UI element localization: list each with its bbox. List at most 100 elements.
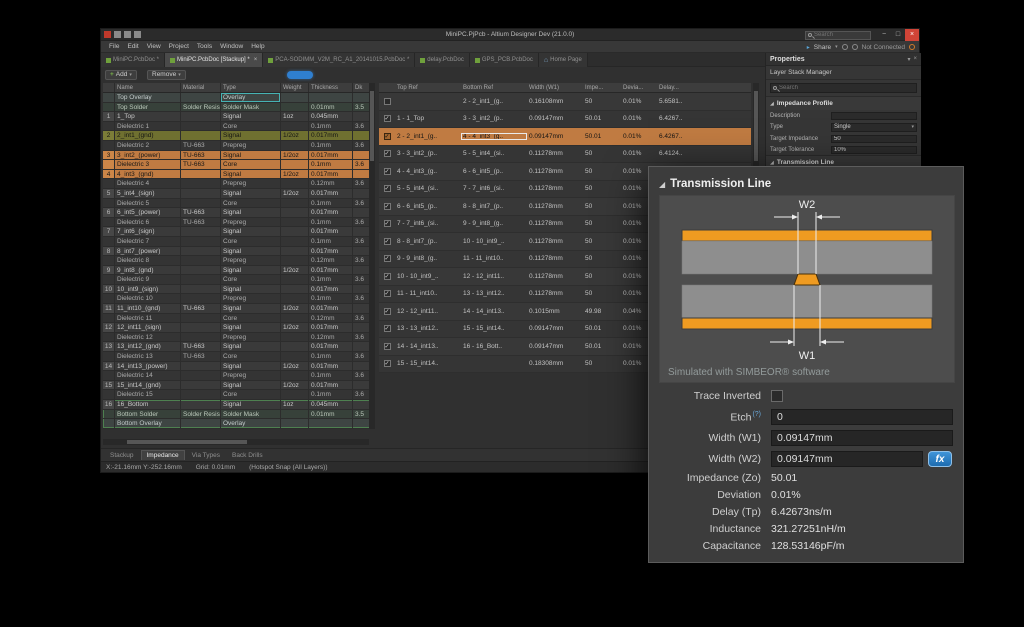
close-button[interactable]: × (905, 29, 919, 41)
share-button[interactable]: Share (814, 44, 831, 51)
width-w1-input[interactable] (771, 430, 953, 446)
menu-item-help[interactable]: Help (247, 41, 268, 53)
stackup-row[interactable]: Dielectric 10Prepreg0.1mm3.6 (103, 294, 375, 304)
stackup-row[interactable]: Bottom SolderSolder ResistSolder Mask0.0… (103, 410, 375, 420)
checkbox-icon[interactable]: ✓ (384, 203, 391, 210)
description-input[interactable] (831, 112, 917, 120)
bell-icon[interactable] (842, 44, 848, 50)
doc-tab[interactable]: MiniPC.PcbDoc [Stackup] *× (165, 53, 263, 67)
connection-status[interactable]: Not Connected (862, 44, 905, 51)
section-expanded-icon[interactable]: ◢ (659, 180, 665, 189)
stackup-row[interactable]: 1212_int11_(sign)Signal1/2oz0.017mm (103, 323, 375, 333)
stackup-row[interactable]: Top SolderSolder ResistSolder Mask0.01mm… (103, 103, 375, 113)
horizontal-scrollbar[interactable] (103, 439, 369, 445)
checkbox-icon[interactable]: ✓ (384, 308, 391, 315)
stackup-row[interactable]: 88_int7_(power)Signal0.017mm (103, 247, 375, 257)
impedance-row[interactable]: 2 - 2_int1_(g..0.16108mm500.01%5.6581.. (379, 93, 751, 111)
menu-item-project[interactable]: Project (165, 41, 193, 53)
checkbox-icon[interactable]: ✓ (384, 168, 391, 175)
stackup-row[interactable]: Dielectric 4Prepreg0.12mm3.6 (103, 179, 375, 189)
doc-tab[interactable]: MiniPC.PcbDoc * (101, 53, 165, 67)
open-icon[interactable] (124, 31, 131, 38)
stackup-row[interactable]: 33_int2_(power)TU-663Signal1/2oz0.017mm (103, 151, 375, 161)
stackup-row[interactable]: Dielectric 15Core0.1mm3.6 (103, 390, 375, 400)
impedance-row[interactable]: ✓2 - 2_int1_(g..4 - 4_int3_(g..0.09147mm… (379, 128, 751, 146)
stackup-row[interactable]: 55_int4_(sign)Signal1/2oz0.017mm (103, 189, 375, 199)
fx-button[interactable]: fx (928, 451, 952, 467)
global-search-box[interactable] (805, 31, 871, 40)
minimize-button[interactable]: − (877, 29, 891, 41)
checkbox-icon[interactable] (384, 98, 391, 105)
stackup-row[interactable]: Dielectric 7Core0.1mm3.6 (103, 237, 375, 247)
stackup-row[interactable]: Dielectric 2TU-663Prepreg0.1mm3.6 (103, 141, 375, 151)
properties-search-input[interactable] (777, 85, 914, 91)
bottom-tab-via-types[interactable]: Via Types (187, 451, 225, 460)
pin-icon[interactable]: ▾ (907, 56, 910, 63)
bottom-tab-impedance[interactable]: Impedance (141, 450, 185, 460)
checkbox-icon[interactable]: ✓ (384, 220, 391, 227)
stackup-row[interactable]: 1616_BottomSignal1oz0.045mm (103, 400, 375, 410)
impedance-row[interactable]: ✓1 - 1_Top3 - 3_int2_(p..0.09147mm50.010… (379, 111, 751, 129)
doc-tab[interactable]: ⌂Home Page (539, 53, 588, 67)
bottom-tab-stackup[interactable]: Stackup (105, 451, 139, 460)
stackup-row[interactable]: Dielectric 3TU-663Core0.1mm3.6 (103, 160, 375, 170)
add-button[interactable]: + Add ▾ (105, 70, 137, 80)
impedance-row[interactable]: ✓3 - 3_int2_(p..5 - 5_int4_(si..0.11278m… (379, 146, 751, 164)
checkbox-icon[interactable]: ✓ (384, 255, 391, 262)
maximize-button[interactable]: □ (891, 29, 905, 41)
stackup-row[interactable]: Dielectric 11Core0.12mm3.6 (103, 314, 375, 324)
user-avatar-icon[interactable] (909, 44, 915, 50)
checkbox-icon[interactable]: ✓ (384, 343, 391, 350)
menu-item-tools[interactable]: Tools (193, 41, 216, 53)
stackup-row[interactable]: Bottom OverlayOverlay (103, 419, 375, 429)
menu-item-edit[interactable]: Edit (123, 41, 142, 53)
checkbox-icon[interactable]: ✓ (384, 360, 391, 367)
stackup-row[interactable]: 1313_int12_(gnd)TU-663Signal0.017mm (103, 342, 375, 352)
stackup-row[interactable]: 66_int5_(power)TU-663Signal0.017mm (103, 208, 375, 218)
stackup-row[interactable]: Dielectric 14Prepreg0.1mm3.6 (103, 371, 375, 381)
type-select[interactable]: Single ▾ (831, 123, 917, 132)
menu-item-view[interactable]: View (143, 41, 165, 53)
checkbox-icon[interactable]: ✓ (384, 133, 391, 140)
stackup-scrollbar[interactable] (369, 83, 375, 429)
stackup-row[interactable]: Dielectric 12Prepreg0.12mm3.6 (103, 333, 375, 343)
stackup-row[interactable]: 1010_int9_(sign)Signal0.017mm (103, 285, 375, 295)
checkbox-icon[interactable]: ✓ (384, 290, 391, 297)
width-w2-input[interactable] (771, 451, 923, 467)
doc-tab[interactable]: PCA-SODIMM_V2M_RC_A1_20141015.PcbDoc * (263, 53, 415, 67)
remove-button[interactable]: Remove ▾ (147, 70, 186, 80)
checkbox-icon[interactable]: ✓ (384, 273, 391, 280)
stackup-row[interactable]: 1515_int14_(gnd)Signal1/2oz0.017mm (103, 381, 375, 391)
target-impedance-input[interactable] (831, 135, 917, 143)
checkbox-icon[interactable]: ✓ (384, 115, 391, 122)
stackup-row[interactable]: 77_int6_(sign)Signal0.017mm (103, 227, 375, 237)
stackup-row[interactable]: Dielectric 9Core0.1mm3.6 (103, 275, 375, 285)
save-icon[interactable] (114, 31, 121, 38)
stackup-row[interactable]: Dielectric 13TU-663Core0.1mm3.6 (103, 352, 375, 362)
stackup-row[interactable]: Top OverlayOverlay (103, 93, 375, 103)
stackup-row[interactable]: 22_int1_(gnd)Signal1/2oz0.017mm (103, 131, 375, 141)
etch-input[interactable] (771, 409, 953, 425)
gear-icon[interactable] (852, 44, 858, 50)
menu-item-window[interactable]: Window (216, 41, 247, 53)
trace-inverted-checkbox[interactable] (771, 390, 783, 402)
undo-icon[interactable] (134, 31, 141, 38)
bottom-tab-back-drills[interactable]: Back Drills (227, 451, 268, 460)
checkbox-icon[interactable]: ✓ (384, 325, 391, 332)
doc-tab[interactable]: delay.PcbDoc (415, 53, 470, 67)
doc-tab[interactable]: GPS_PCB.PcbDoc (470, 53, 539, 67)
checkbox-icon[interactable]: ✓ (384, 150, 391, 157)
stackup-row[interactable]: 1111_int10_(gnd)TU-663Signal1/2oz0.017mm (103, 304, 375, 314)
menu-item-file[interactable]: File (105, 41, 123, 53)
highlighted-toggle-button[interactable] (287, 71, 313, 79)
target-tolerance-input[interactable] (831, 146, 917, 154)
properties-search-box[interactable] (770, 83, 917, 93)
close-icon[interactable]: × (913, 56, 917, 62)
close-icon[interactable]: × (254, 57, 258, 63)
stackup-row[interactable]: Dielectric 8Prepreg0.12mm3.6 (103, 256, 375, 266)
checkbox-icon[interactable]: ✓ (384, 238, 391, 245)
stackup-row[interactable]: Dielectric 6TU-663Prepreg0.1mm3.6 (103, 218, 375, 228)
stackup-row[interactable]: 44_int3_(gnd)Signal1/2oz0.017mm (103, 170, 375, 180)
stackup-row[interactable]: 1414_int13_(power)Signal1/2oz0.017mm (103, 362, 375, 372)
global-search-input[interactable] (812, 32, 868, 38)
